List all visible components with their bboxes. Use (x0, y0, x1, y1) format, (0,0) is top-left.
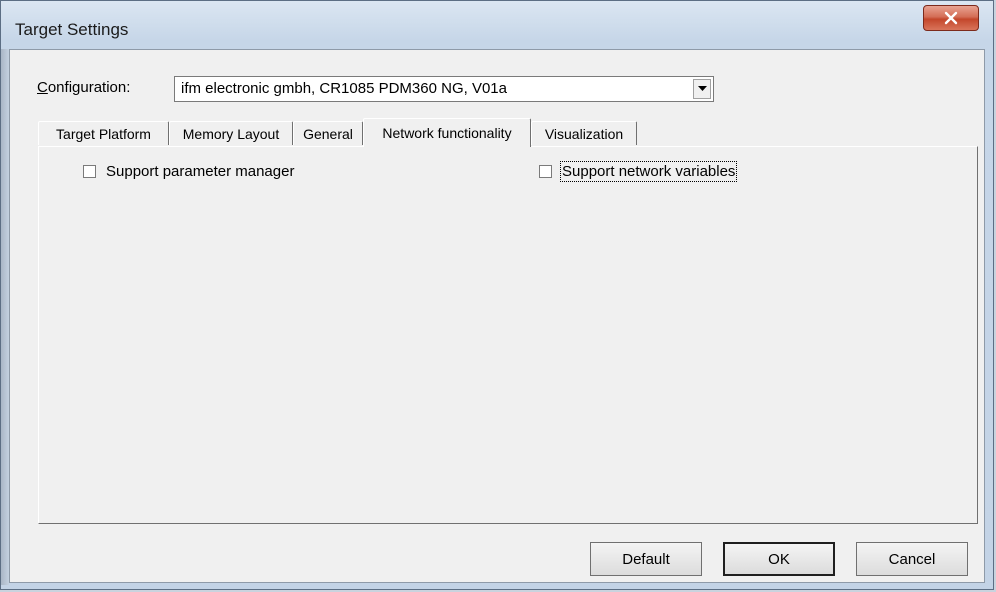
window-frame-edge (1, 49, 9, 585)
support-network-variables-option[interactable]: Support network variables (539, 161, 738, 182)
support-parameter-manager-text: Support parameter manager (106, 163, 295, 180)
default-button[interactable]: Default (590, 542, 702, 576)
chevron-down-icon (697, 86, 707, 91)
configuration-label-rest: onfiguration: (47, 79, 131, 96)
dropdown-button[interactable] (693, 79, 711, 99)
tab-visualization[interactable]: Visualization (531, 121, 637, 145)
dialog-window: Target Settings Configuration: ifm elect… (0, 0, 994, 590)
tab-label: Memory Layout (182, 125, 280, 142)
window-title: Target Settings (15, 20, 129, 39)
tab-label: General (303, 125, 353, 142)
tab-panel: Support parameter manager Support networ… (38, 146, 978, 524)
configuration-value: ifm electronic gmbh, CR1085 PDM360 NG, V… (181, 80, 507, 97)
support-network-variables-checkbox[interactable] (539, 165, 552, 178)
support-parameter-manager-checkbox[interactable] (83, 165, 96, 178)
title-bar[interactable]: Target Settings (1, 1, 993, 49)
tab-strip: Target Platform Memory Layout General Ne… (10, 118, 984, 147)
tab-target-platform[interactable]: Target Platform (38, 121, 169, 145)
support-network-variables-label: Support network variables (559, 161, 738, 182)
tab-label: Visualization (544, 125, 624, 142)
ok-button[interactable]: OK (723, 542, 835, 576)
default-button-label: Default (622, 550, 670, 568)
tab-network-functionality[interactable]: Network functionality (363, 118, 531, 147)
cancel-button[interactable]: Cancel (856, 542, 968, 576)
configuration-select[interactable]: ifm electronic gmbh, CR1085 PDM360 NG, V… (174, 76, 714, 102)
close-button[interactable] (923, 5, 979, 31)
cancel-button-label: Cancel (888, 550, 936, 568)
tab-label: Network functionality (382, 125, 512, 141)
ok-button-label: OK (768, 550, 790, 568)
close-icon (944, 11, 958, 25)
support-network-variables-text: Support network variables (562, 163, 736, 180)
dialog-body: Configuration: ifm electronic gmbh, CR10… (9, 49, 985, 583)
support-parameter-manager-option[interactable]: Support parameter manager (83, 163, 294, 180)
support-parameter-manager-label: Support parameter manager (106, 163, 294, 180)
configuration-label: Configuration: (37, 79, 131, 96)
tab-label: Target Platform (56, 125, 151, 142)
tab-general[interactable]: General (293, 121, 363, 145)
tab-memory-layout[interactable]: Memory Layout (169, 121, 293, 145)
